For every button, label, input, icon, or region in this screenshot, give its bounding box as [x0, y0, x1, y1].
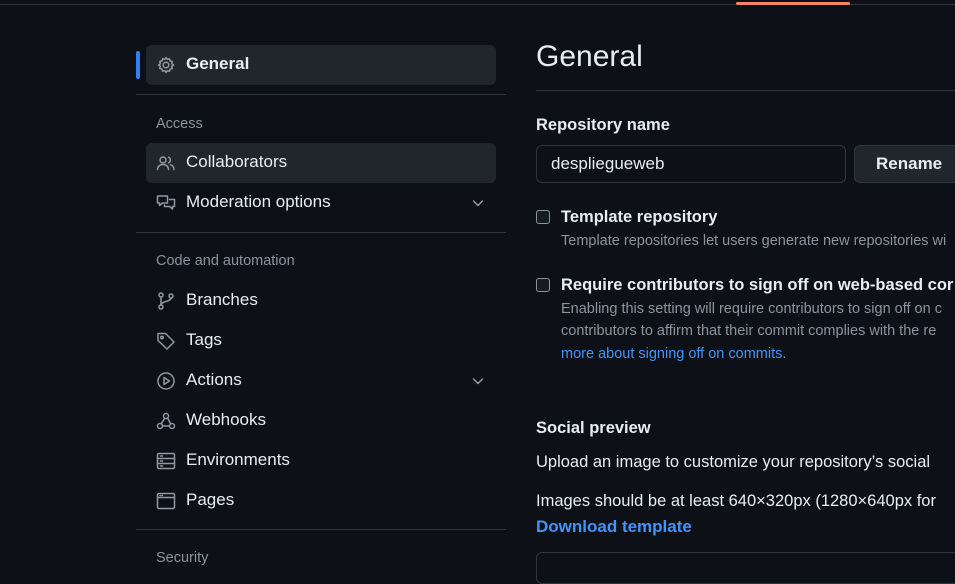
signoff-description-line1: Enabling this setting will require contr… [561, 301, 942, 317]
sidebar-item-label: Branches [186, 290, 258, 309]
divider [136, 232, 506, 233]
sidebar-item-tags[interactable]: Tags [146, 321, 496, 361]
webhook-icon [156, 412, 176, 430]
play-icon [157, 372, 175, 390]
git-branch-icon [158, 292, 174, 310]
chevron-down-icon[interactable] [470, 195, 486, 211]
signoff-checkbox[interactable] [536, 278, 550, 292]
sidebar-item-label: Pages [186, 490, 235, 509]
sidebar-item-label: Tags [186, 330, 222, 349]
server-icon [156, 452, 176, 470]
sidebar-item-actions[interactable]: Actions [146, 361, 496, 401]
signoff-description-line2: contributors to affirm that their commit… [561, 323, 937, 339]
template-repository-label: Template repository [561, 208, 718, 226]
repository-name-label: Repository name [536, 116, 670, 134]
template-repository-description: Template repositories let users generate… [561, 233, 947, 249]
download-template-link[interactable]: Download template [536, 517, 692, 537]
comment-discussion-icon [156, 195, 176, 210]
sidebar-item-pages[interactable]: Pages [146, 481, 496, 521]
tag-icon [157, 332, 175, 350]
selected-indicator [136, 51, 140, 79]
sidebar-item-label: Actions [186, 370, 242, 389]
sidebar-item-label: Webhooks [186, 410, 267, 429]
sidebar-item-webhooks[interactable]: Webhooks [146, 401, 496, 441]
group-heading-code-automation: Code and automation [156, 253, 295, 269]
sidebar-item-label: General [186, 54, 250, 73]
sidebar-item-label: Collaborators [186, 152, 288, 171]
sidebar-item-environments[interactable]: Environments [146, 441, 496, 481]
social-preview-text: Upload an image to customize your reposi… [536, 453, 931, 471]
active-tab-underline [736, 2, 850, 5]
sidebar-item-collaborators[interactable]: Collaborators [146, 143, 496, 183]
chevron-down-icon[interactable] [470, 373, 486, 389]
page-title: General [536, 40, 643, 73]
sentence-end: . [782, 346, 787, 362]
social-preview-size-text: Images should be at least 640×320px (128… [536, 492, 936, 510]
sidebar-item-general[interactable]: General [146, 45, 496, 85]
gear-icon [157, 56, 175, 74]
rename-button[interactable]: Rename [854, 145, 955, 183]
social-preview-image-box [536, 552, 955, 584]
signoff-description-line3: more about signing off on commits. [561, 346, 786, 362]
sidebar-item-moderation-options[interactable]: Moderation options [146, 183, 496, 223]
sidebar-item-label: Moderation options [186, 192, 331, 211]
signoff-learn-more-link[interactable]: more about signing off on commits [561, 346, 782, 362]
social-preview-heading: Social preview [536, 419, 651, 437]
people-icon [156, 156, 175, 171]
sidebar-item-branches[interactable]: Branches [146, 281, 496, 321]
divider [136, 94, 506, 95]
divider [136, 529, 506, 530]
repository-name-input[interactable] [536, 145, 846, 183]
browser-icon [156, 492, 176, 510]
sidebar-item-label: Environments [186, 450, 290, 469]
signoff-label: Require contributors to sign off on web-… [561, 276, 954, 294]
template-repository-checkbox[interactable] [536, 210, 550, 224]
divider [536, 90, 955, 91]
group-heading-access: Access [156, 116, 203, 132]
settings-sidebar: General Access Collaborators Moderation … [136, 0, 506, 566]
